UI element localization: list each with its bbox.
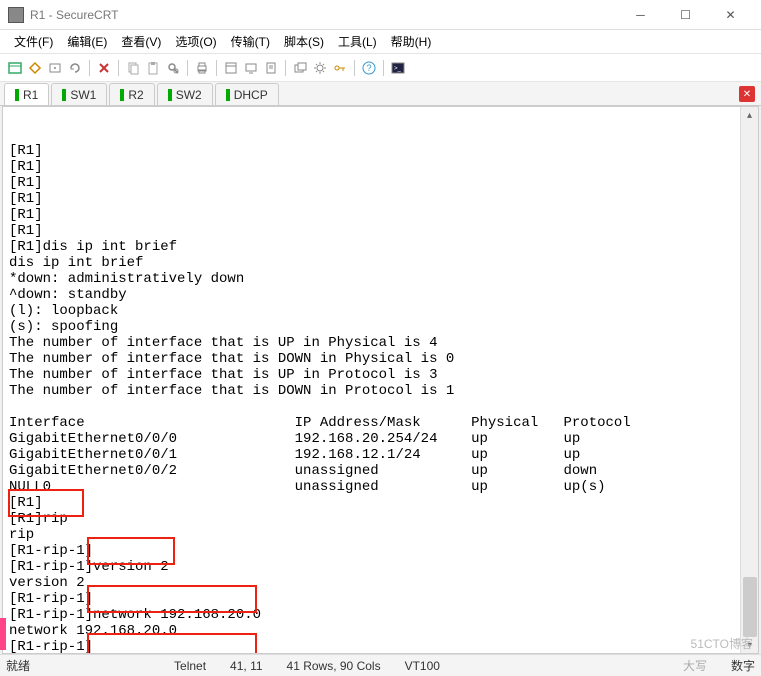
status-terminal-type: VT100 xyxy=(405,659,440,673)
tab-indicator-icon xyxy=(226,89,230,101)
tab-dhcp[interactable]: DHCP xyxy=(215,83,279,105)
maximize-button[interactable]: ☐ xyxy=(663,1,708,29)
tb-properties-icon[interactable] xyxy=(222,59,240,77)
status-caps: 大写 xyxy=(683,657,707,674)
menu-options[interactable]: 选项(O) xyxy=(169,31,222,52)
window-title: R1 - SecureCRT xyxy=(30,8,618,22)
close-button[interactable]: ✕ xyxy=(708,1,753,29)
tb-find-icon[interactable] xyxy=(164,59,182,77)
tb-disconnect-icon[interactable] xyxy=(95,59,113,77)
tb-log-icon[interactable] xyxy=(262,59,280,77)
tab-label: R1 xyxy=(23,88,38,102)
tb-screen-icon[interactable] xyxy=(242,59,260,77)
menu-bar: 文件(F) 编辑(E) 查看(V) 选项(O) 传输(T) 脚本(S) 工具(L… xyxy=(0,30,761,54)
svg-text:>_: >_ xyxy=(394,66,402,72)
tab-indicator-icon xyxy=(120,89,124,101)
menu-edit[interactable]: 编辑(E) xyxy=(61,31,113,52)
menu-transfer[interactable]: 传输(T) xyxy=(225,31,276,52)
tab-sw2[interactable]: SW2 xyxy=(157,83,213,105)
scroll-track[interactable] xyxy=(742,123,758,637)
window-controls: ─ ☐ ✕ xyxy=(618,1,753,29)
terminal-output[interactable]: [R1] [R1] [R1] [R1] [R1] [R1] [R1]dis ip… xyxy=(3,107,740,653)
tab-r1[interactable]: R1 xyxy=(4,83,49,105)
tb-key-icon[interactable] xyxy=(331,59,349,77)
tb-quick-connect-icon[interactable] xyxy=(26,59,44,77)
menu-file[interactable]: 文件(F) xyxy=(8,31,59,52)
tb-newtab-icon[interactable] xyxy=(291,59,309,77)
tab-label: DHCP xyxy=(234,88,268,102)
terminal-container: [R1] [R1] [R1] [R1] [R1] [R1] [R1]dis ip… xyxy=(2,106,759,654)
highlight-box xyxy=(87,537,175,565)
tb-print-icon[interactable] xyxy=(193,59,211,77)
minimize-button[interactable]: ─ xyxy=(618,1,663,29)
highlight-box xyxy=(87,633,257,653)
tb-connect-icon[interactable] xyxy=(46,59,64,77)
scroll-up-icon[interactable]: ▴ xyxy=(742,107,758,123)
left-edge-marker xyxy=(0,618,6,650)
tab-indicator-icon xyxy=(62,89,66,101)
tab-sw1[interactable]: SW1 xyxy=(51,83,107,105)
toolbar: ? >_ xyxy=(0,54,761,82)
highlight-box xyxy=(87,585,257,613)
svg-text:?: ? xyxy=(366,63,371,73)
tb-paste-icon[interactable] xyxy=(144,59,162,77)
tb-settings-icon[interactable] xyxy=(311,59,329,77)
status-num: 数字 xyxy=(731,657,755,674)
scrollbar[interactable]: ▴ ▾ xyxy=(740,107,758,653)
tb-reconnect-icon[interactable] xyxy=(66,59,84,77)
menu-script[interactable]: 脚本(S) xyxy=(278,31,330,52)
tab-label: SW1 xyxy=(70,88,96,102)
menu-tools[interactable]: 工具(L) xyxy=(332,31,383,52)
tab-indicator-icon xyxy=(168,89,172,101)
status-size: 41 Rows, 90 Cols xyxy=(287,659,381,673)
tb-help-icon[interactable]: ? xyxy=(360,59,378,77)
tab-close-icon[interactable]: ✕ xyxy=(739,86,755,102)
tab-label: R2 xyxy=(128,88,143,102)
tb-session-icon[interactable] xyxy=(6,59,24,77)
menu-view[interactable]: 查看(V) xyxy=(115,31,167,52)
scroll-down-icon[interactable]: ▾ xyxy=(742,637,758,653)
highlight-box xyxy=(8,489,84,517)
status-bar: 就绪 Telnet 41, 11 41 Rows, 90 Cols VT100 … xyxy=(0,654,761,676)
status-position: 41, 11 xyxy=(230,659,262,673)
status-protocol: Telnet xyxy=(174,659,206,673)
menu-help[interactable]: 帮助(H) xyxy=(385,31,438,52)
title-bar: R1 - SecureCRT ─ ☐ ✕ xyxy=(0,0,761,30)
tab-indicator-icon xyxy=(15,89,19,101)
tab-r2[interactable]: R2 xyxy=(109,83,154,105)
app-icon xyxy=(8,7,24,23)
scroll-thumb[interactable] xyxy=(743,577,757,637)
tab-label: SW2 xyxy=(176,88,202,102)
status-ready: 就绪 xyxy=(6,657,30,674)
tb-terminal-icon[interactable]: >_ xyxy=(389,59,407,77)
tab-bar: R1 SW1 R2 SW2 DHCP ✕ xyxy=(0,82,761,106)
tb-copy-icon[interactable] xyxy=(124,59,142,77)
